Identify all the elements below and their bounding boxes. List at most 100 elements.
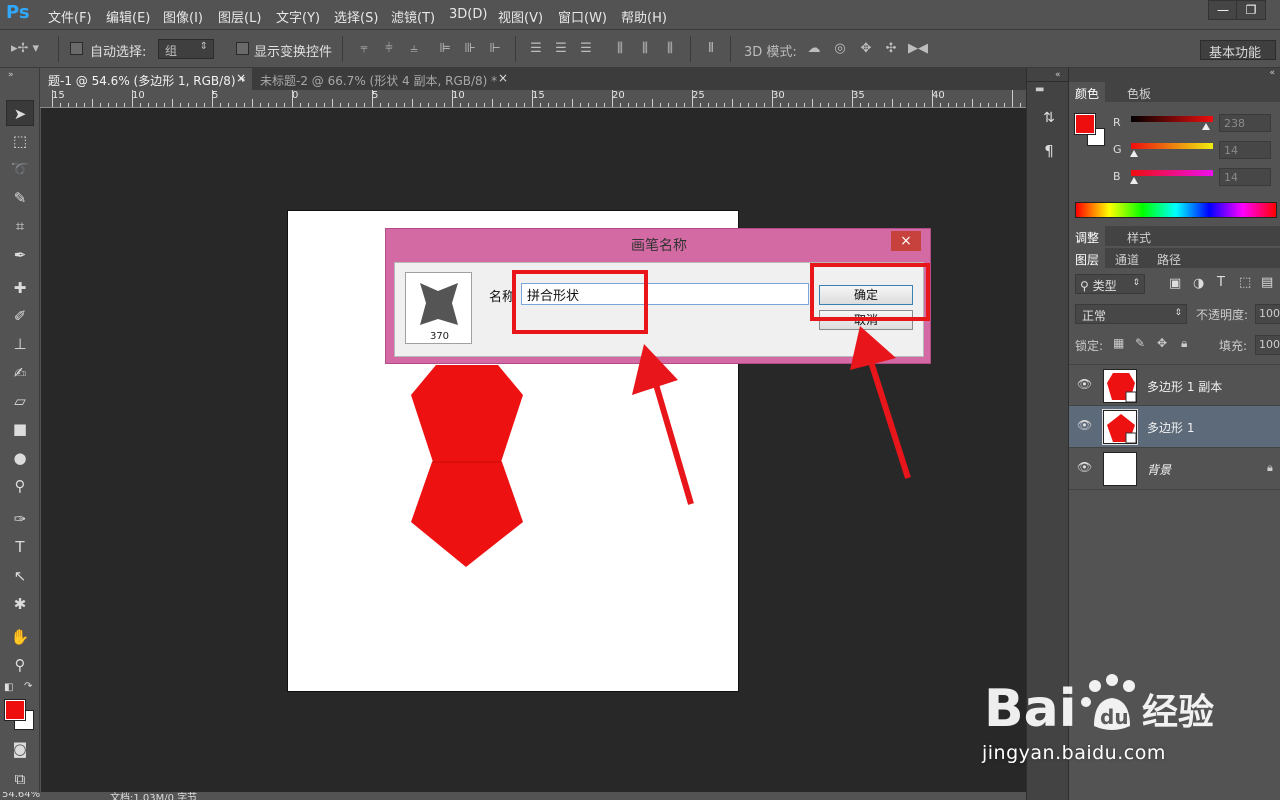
filter-adjust-icon[interactable]: ◑ [1193, 276, 1204, 291]
swap-colors-icon[interactable]: ↷ [24, 681, 32, 692]
quick-select-tool-icon[interactable]: ✎ [6, 185, 34, 211]
screen-mode-icon[interactable]: ⧉ [6, 766, 34, 792]
menu-view[interactable]: 视图(V) [498, 7, 543, 26]
polygon-shapes[interactable] [405, 360, 530, 572]
distribute-vcenter-icon[interactable]: ☰ [553, 41, 569, 57]
channel-g-slider[interactable] [1131, 143, 1213, 149]
workspace-switcher[interactable]: 基本功能 [1200, 40, 1276, 61]
tab-styles[interactable]: 样式 [1121, 226, 1157, 246]
opacity-input[interactable]: 100% [1255, 304, 1280, 324]
menu-filter[interactable]: 滤镜(T) [391, 7, 435, 26]
tab-document-2[interactable]: 未标题-2 @ 66.7% (形状 4 副本, RGB/8) * × [252, 68, 514, 90]
channel-g-value[interactable]: 14 [1219, 141, 1271, 159]
eraser-tool-icon[interactable]: ▱ [6, 388, 34, 414]
3d-pan-icon[interactable]: ✥ [858, 41, 874, 57]
3d-rotate-icon[interactable]: ☁ [806, 41, 822, 57]
filter-shape-icon[interactable]: ⬚ [1239, 275, 1251, 290]
collapse-panel-icon[interactable]: « [1269, 68, 1275, 78]
menu-edit[interactable]: 编辑(E) [106, 7, 150, 26]
marquee-tool-icon[interactable]: ⬚ [6, 128, 34, 154]
visibility-eye-icon[interactable]: 👁︎ [1077, 418, 1092, 432]
color-spectrum-bar[interactable] [1075, 202, 1277, 218]
auto-align-icon[interactable]: ⫴ [703, 41, 719, 57]
auto-select-dropdown[interactable]: 组 ⇕ [158, 39, 214, 59]
close-tab-icon[interactable]: × [236, 71, 246, 85]
tab-paths[interactable]: 路径 [1151, 248, 1187, 268]
lock-pixels-icon[interactable]: ✎ [1135, 336, 1145, 350]
lock-all-icon[interactable]: 🔒︎ [1181, 336, 1187, 351]
layer-row-polygon-copy[interactable]: 👁︎ 多边形 1 副本 [1069, 364, 1280, 406]
move-tool-preset-icon[interactable]: ▸✢ ▾ [10, 41, 40, 57]
3d-roll-icon[interactable]: ◎ [832, 41, 848, 57]
channel-g-thumb[interactable] [1130, 150, 1138, 157]
align-bottom-icon[interactable]: ⫨ [406, 41, 422, 57]
tab-layers[interactable]: 图层 [1069, 248, 1106, 268]
blend-mode-dropdown[interactable]: 正常 ⇕ [1075, 304, 1187, 324]
path-select-tool-icon[interactable]: ↖ [6, 563, 34, 589]
distribute-left-icon[interactable]: ⫼ [612, 41, 628, 57]
close-tab-icon[interactable]: × [498, 71, 508, 85]
align-left-icon[interactable]: ⊫ [437, 41, 453, 57]
layer-filter-dropdown[interactable]: ⚲ 类型 ⇕ [1075, 274, 1145, 294]
layer-row-polygon-selected[interactable]: 👁︎ 多边形 1 [1069, 406, 1280, 448]
move-tool-icon[interactable]: ➤ [6, 100, 34, 126]
3d-scale-icon[interactable]: ▶◀ [908, 41, 928, 57]
distribute-hcenter-icon[interactable]: ⫼ [637, 41, 653, 57]
menu-window[interactable]: 窗口(W) [558, 7, 607, 26]
dodge-tool-icon[interactable]: ⚲ [6, 473, 34, 499]
lasso-tool-icon[interactable]: ➰ [6, 156, 34, 182]
align-right-icon[interactable]: ⊩ [487, 41, 503, 57]
default-colors-icon[interactable]: ◧ [4, 682, 13, 693]
show-transform-checkbox[interactable] [236, 42, 249, 55]
color-fg-swatch[interactable] [1074, 113, 1096, 135]
channel-r-value[interactable]: 238 [1219, 114, 1271, 132]
fill-input[interactable]: 100% [1255, 335, 1280, 355]
channel-r-thumb[interactable] [1202, 123, 1210, 130]
polygon-shape-copy[interactable] [411, 365, 523, 462]
dialog-close-button[interactable]: × [891, 231, 921, 251]
shape-tool-icon[interactable]: ✱ [6, 591, 34, 617]
collapse-dock-icon[interactable]: « [1055, 70, 1061, 80]
distribute-bottom-icon[interactable]: ☰ [578, 41, 594, 57]
stamp-tool-icon[interactable]: ⊥ [6, 331, 34, 357]
zoom-level[interactable]: 54.64% [2, 792, 40, 800]
layer-row-background[interactable]: 👁︎ 背景 🔒︎ [1069, 448, 1280, 490]
foreground-color-swatch[interactable] [4, 699, 26, 721]
type-tool-icon[interactable]: T [6, 534, 34, 560]
align-vcenter-icon[interactable]: ⫩ [381, 41, 397, 57]
menu-select[interactable]: 选择(S) [334, 7, 378, 26]
zoom-tool-icon[interactable]: ⚲ [6, 652, 34, 678]
menu-image[interactable]: 图像(I) [163, 7, 203, 26]
tab-swatches[interactable]: 色板 [1121, 82, 1157, 102]
channel-r-slider[interactable] [1131, 116, 1213, 122]
filter-type-icon[interactable]: T [1217, 275, 1225, 290]
menu-3d[interactable]: 3D(D) [449, 7, 487, 22]
paragraph-panel-icon[interactable]: ¶ [1037, 142, 1061, 166]
collapse-panel-icon[interactable]: » [8, 70, 14, 80]
blur-tool-icon[interactable]: ● [6, 445, 34, 471]
eyedropper-tool-icon[interactable]: ✒ [6, 242, 34, 268]
pen-tool-icon[interactable]: ✑ [6, 506, 34, 532]
crop-tool-icon[interactable]: ⌗ [6, 213, 34, 239]
distribute-top-icon[interactable]: ☰ [528, 41, 544, 57]
lock-position-icon[interactable]: ✥ [1157, 336, 1167, 350]
channel-b-value[interactable]: 14 [1219, 168, 1271, 186]
align-hcenter-icon[interactable]: ⊪ [462, 41, 478, 57]
auto-select-checkbox[interactable] [70, 42, 83, 55]
tab-adjustments[interactable]: 调整 [1069, 226, 1106, 246]
menu-layer[interactable]: 图层(L) [218, 7, 261, 26]
menu-help[interactable]: 帮助(H) [621, 7, 667, 26]
healing-tool-icon[interactable]: ✚ [6, 275, 34, 301]
minimize-button[interactable]: — [1208, 0, 1238, 20]
history-brush-tool-icon[interactable]: ✍ [6, 360, 34, 386]
align-top-icon[interactable]: ⫧ [356, 41, 372, 57]
brush-tool-icon[interactable]: ✐ [6, 303, 34, 329]
tab-color[interactable]: 颜色 [1069, 82, 1106, 102]
polygon-shape[interactable] [411, 462, 523, 567]
channel-b-slider[interactable] [1131, 170, 1213, 176]
distribute-right-icon[interactable]: ⫼ [662, 41, 678, 57]
filter-pixel-icon[interactable]: ▣ [1169, 276, 1181, 291]
lock-transparency-icon[interactable]: ▦ [1113, 336, 1124, 350]
tab-channels[interactable]: 通道 [1109, 248, 1145, 268]
menu-file[interactable]: 文件(F) [48, 7, 92, 26]
